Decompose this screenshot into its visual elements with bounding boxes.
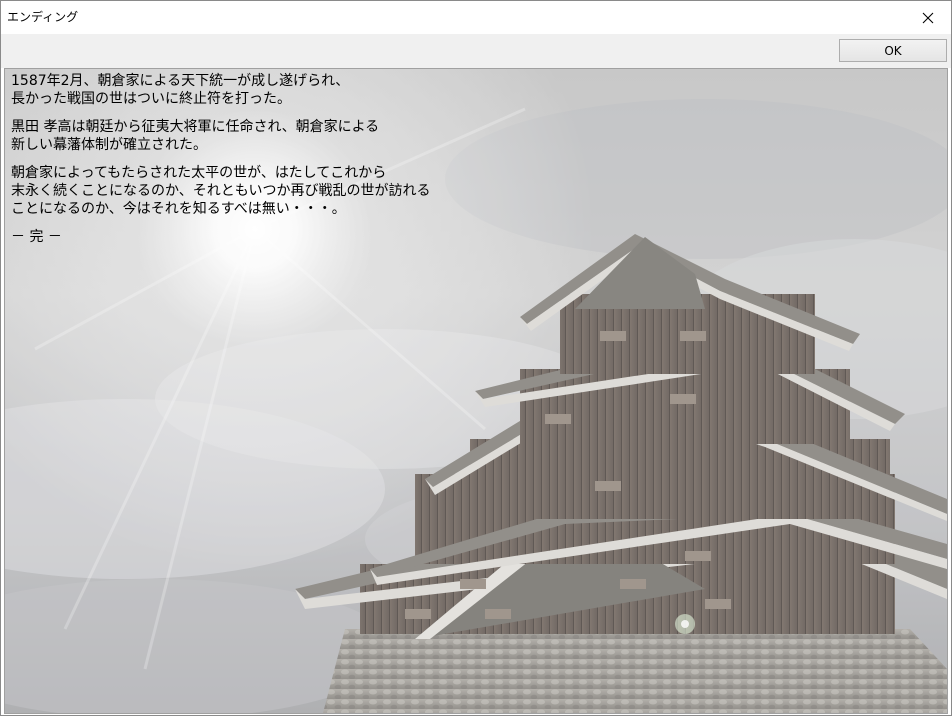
close-button[interactable] xyxy=(905,1,951,34)
story-line: 黒田 孝高は朝廷から征夷大将軍に任命され、朝倉家による xyxy=(11,119,380,135)
story-paragraph: 朝倉家によってもたらされた太平の世が、はたしてこれから末永く続くことになるのか、… xyxy=(11,164,430,218)
story-line: 朝倉家によってもたらされた太平の世が、はたしてこれから xyxy=(11,165,387,181)
story-paragraph: 1587年2月、朝倉家による天下統一が成し遂げられ、 長かった戦国の世はついに終止… xyxy=(11,72,430,108)
ending-panel: 1587年2月、朝倉家による天下統一が成し遂げられ、 長かった戦国の世はついに終止… xyxy=(4,68,948,714)
story-line: － 完 － xyxy=(11,229,62,245)
story-line: 新しい幕藩体制が確立された。 xyxy=(11,137,207,153)
ok-button[interactable]: OK xyxy=(839,39,947,62)
story-paragraph: － 完 － xyxy=(11,228,430,246)
window-title: エンディング xyxy=(7,10,79,24)
story-line: 末永く続くことになるのか、それともいつか再び戦乱の世が訪れる xyxy=(11,183,431,199)
title-bar: エンディング xyxy=(1,1,951,34)
ending-window: エンディング OK 1587年2月、朝倉家による天下統一が成し遂げられ、 長かっ… xyxy=(0,0,952,716)
story-line: 1587年2月、朝倉家による天下統一が成し遂げられ、 xyxy=(11,73,350,89)
story-line: 長かった戦国の世はついに終止符を打った。 xyxy=(11,91,291,107)
story-line: ことになるのか、今はそれを知るすべは無い・・・。 xyxy=(11,201,346,217)
close-icon xyxy=(922,12,934,23)
button-bar: OK xyxy=(1,34,951,68)
ending-story-text: 1587年2月、朝倉家による天下統一が成し遂げられ、 長かった戦国の世はついに終止… xyxy=(11,72,430,256)
story-paragraph: 黒田 孝高は朝廷から征夷大将軍に任命され、朝倉家による 新しい幕藩体制が確立された… xyxy=(11,118,430,154)
